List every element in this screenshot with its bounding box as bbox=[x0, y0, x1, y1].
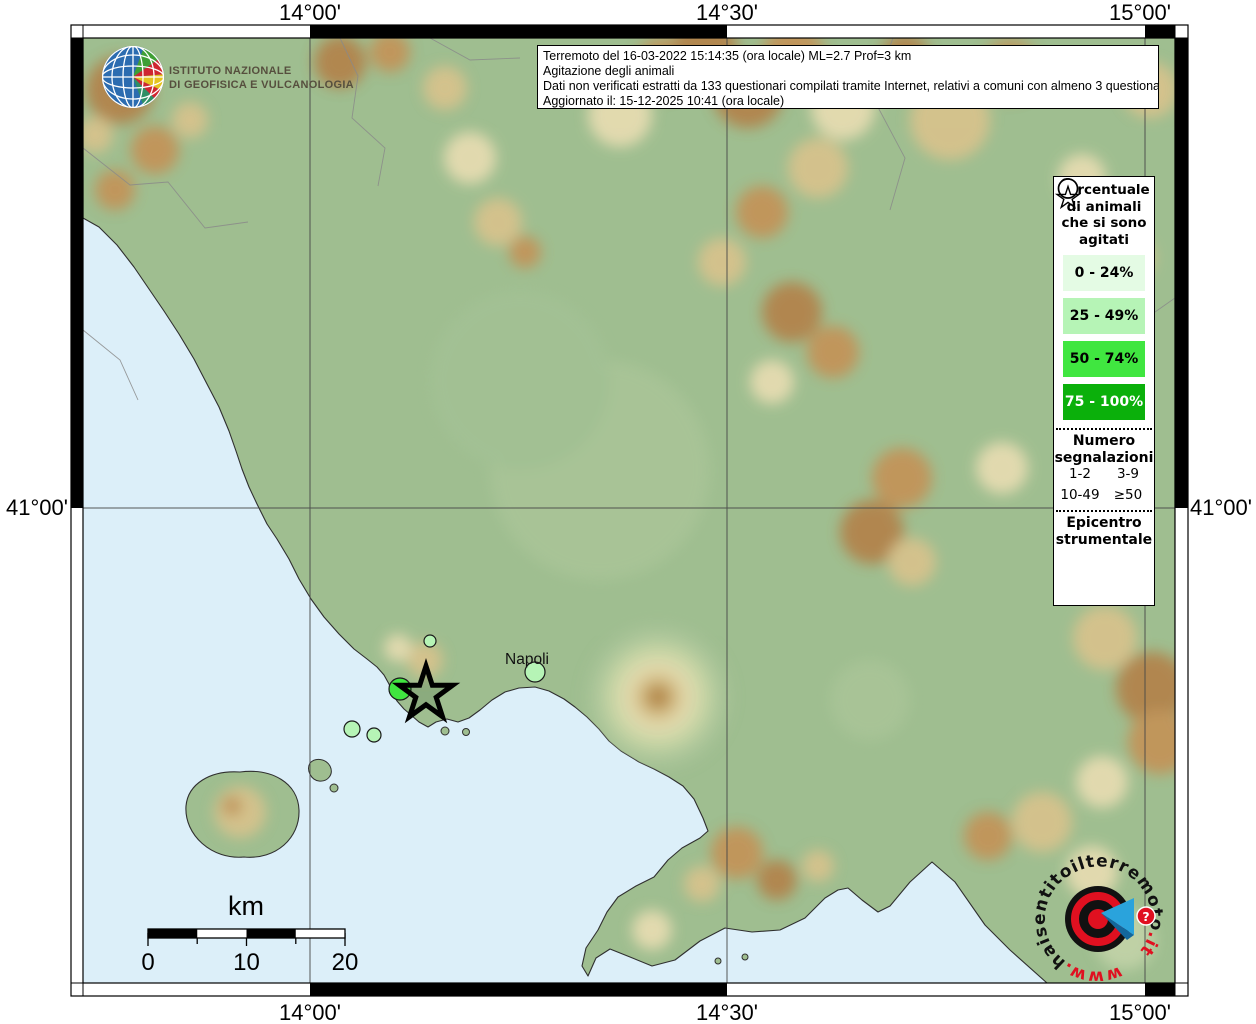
info-line-topic: Agitazione degli animali bbox=[543, 64, 1153, 79]
scale-label-0: 0 bbox=[141, 949, 154, 976]
legend-title-line: che si sono bbox=[1058, 215, 1149, 232]
legend-epicenter-title-line: strumentale bbox=[1056, 532, 1152, 549]
legend-panel: Percentuale di animali che si sono agita… bbox=[1053, 176, 1155, 606]
legend-signals-title-line: Numero bbox=[1055, 433, 1154, 450]
islet bbox=[715, 958, 721, 964]
info-line-event: Terremoto del 16-03-2022 15:14:35 (ora l… bbox=[543, 49, 1153, 64]
signal-size-label: 3-9 bbox=[1117, 467, 1139, 481]
legend-epicenter-title: Epicentro strumentale bbox=[1056, 515, 1152, 548]
ingv-name-line2: DI GEOFISICA E VULCANOLOGIA bbox=[169, 79, 354, 91]
scale-bar-unit: km bbox=[228, 891, 264, 921]
legend-swatch-25-49: 25 - 49% bbox=[1063, 298, 1145, 334]
axis-label-bottom-15-00: 15°00' bbox=[1109, 1000, 1171, 1024]
axis-label-right-41-00: 41°00' bbox=[1190, 495, 1252, 520]
report-circle bbox=[344, 721, 360, 737]
island-procida bbox=[309, 759, 332, 781]
signal-size-1-2: 1-2 bbox=[1069, 466, 1091, 481]
islet bbox=[463, 729, 470, 736]
axis-label-bottom-14-30: 14°30' bbox=[696, 1000, 758, 1024]
info-line-updated: Aggiornato il: 15-12-2025 10:41 (ora loc… bbox=[543, 94, 1153, 109]
epicenter-star-icon bbox=[1054, 183, 1082, 211]
earthquake-info-box: Terremoto del 16-03-2022 15:14:35 (ora l… bbox=[537, 45, 1159, 109]
signal-size-label: 1-2 bbox=[1069, 467, 1091, 481]
ingv-name-line1: ISTITUTO NAZIONALE bbox=[169, 65, 292, 77]
legend-swatch-50-74: 50 - 74% bbox=[1063, 341, 1145, 377]
question-mark-glyph: ? bbox=[1142, 909, 1149, 924]
legend-swatch-label: 25 - 49% bbox=[1070, 308, 1139, 324]
axis-label-top-14-00: 14°00' bbox=[279, 0, 341, 25]
legend-signals-title: Numero segnalazioni bbox=[1055, 433, 1154, 466]
map-content: Napoli km 0 10 20 bbox=[77, 16, 1192, 987]
axis-label-top-14-30: 14°30' bbox=[696, 0, 758, 25]
info-line-source: Dati non verificati estratti da 133 ques… bbox=[543, 79, 1153, 94]
earthquake-felt-map-page: 14°00' 14°30' 15°00' 14°00' 14°30' 15°00… bbox=[0, 0, 1256, 1024]
signal-size-label: 10-49 bbox=[1060, 488, 1099, 502]
legend-swatch-label: 0 - 24% bbox=[1075, 265, 1134, 281]
legend-title-line: agitati bbox=[1058, 232, 1149, 249]
report-circle bbox=[367, 728, 381, 742]
axis-label-bottom-14-00: 14°00' bbox=[279, 1000, 341, 1024]
signal-size-3-9: 3-9 bbox=[1117, 466, 1139, 481]
legend-divider bbox=[1056, 510, 1152, 512]
scale-label-20: 20 bbox=[332, 949, 359, 976]
legend-swatch-0-24: 0 - 24% bbox=[1063, 255, 1145, 291]
axis-label-left-41-00: 41°00' bbox=[6, 495, 68, 520]
legend-swatch-75-100: 75 - 100% bbox=[1063, 384, 1145, 420]
legend-signal-sizes: 1-2 3-9 10-49 ≥50 bbox=[1056, 466, 1152, 502]
report-circle bbox=[424, 635, 436, 647]
islet bbox=[742, 954, 748, 960]
legend-epicenter-title-line: Epicentro bbox=[1056, 515, 1152, 532]
islet bbox=[330, 784, 338, 792]
legend-swatch-label: 75 - 100% bbox=[1065, 394, 1143, 410]
city-label-napoli: Napoli bbox=[505, 651, 549, 668]
scale-label-10: 10 bbox=[233, 949, 260, 976]
legend-swatch-label: 50 - 74% bbox=[1070, 351, 1139, 367]
signal-size-label: ≥50 bbox=[1114, 488, 1143, 502]
signal-size-50plus: ≥50 bbox=[1114, 487, 1143, 502]
legend-divider bbox=[1056, 428, 1152, 430]
axis-label-top-15-00: 15°00' bbox=[1109, 0, 1171, 25]
islet-nisida bbox=[441, 727, 449, 735]
legend-signals-title-line: segnalazioni bbox=[1055, 450, 1154, 467]
signal-size-10-49: 10-49 bbox=[1060, 487, 1099, 502]
